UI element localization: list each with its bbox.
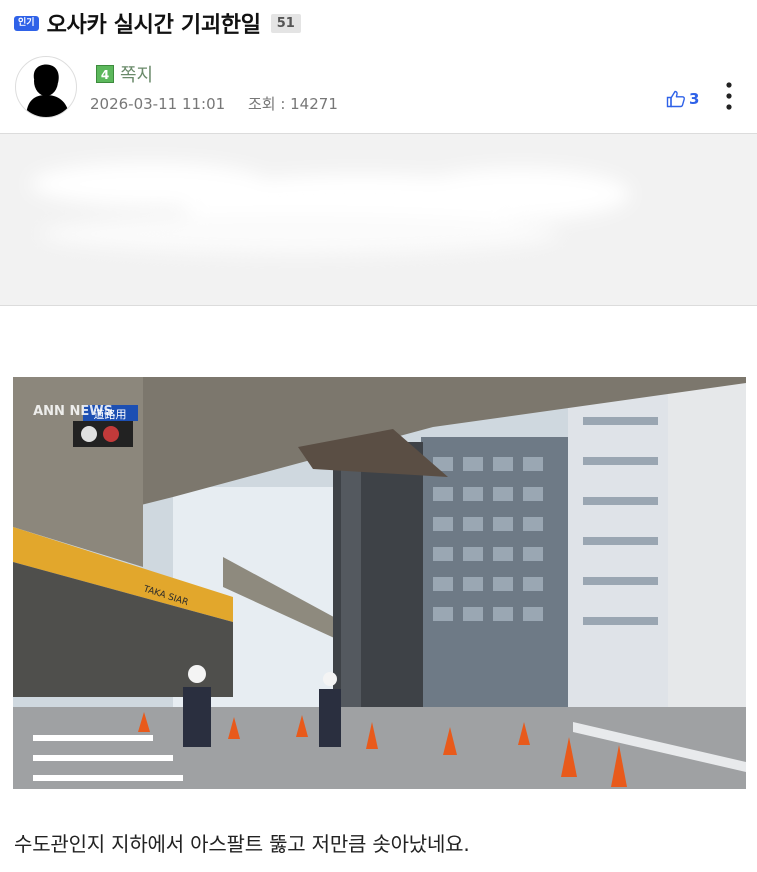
- avatar-silhouette-icon: [26, 64, 70, 117]
- comment-count-badge[interactable]: 51: [270, 13, 301, 33]
- post-title: 오사카 실시간 기괴한일: [46, 13, 261, 38]
- view-count: 조회 : 14271: [247, 95, 338, 113]
- post-title-row: 인기 오사카 실시간 기괴한일 51: [14, 6, 301, 40]
- blurred-banner-graphic: [0, 134, 757, 305]
- like-count: 3: [689, 90, 700, 108]
- post-body-text: 수도관인지 지하에서 아스팔트 뚫고 저만큼 솟아났네요.: [14, 832, 470, 856]
- post-datetime: 2026-03-11 11:01: [90, 95, 226, 113]
- street-scene-image: 道路用 ANN NEWS TAKA SIAR: [13, 377, 746, 789]
- level-badge: 4: [96, 65, 114, 83]
- author-name[interactable]: 쪽지: [120, 61, 153, 87]
- author-row: 4 쪽지 2026-03-11 11:01 조회 : 14271 3: [0, 50, 757, 132]
- blurred-banner: [0, 134, 757, 306]
- hot-badge: 인기: [14, 15, 39, 31]
- post-meta: 2026-03-11 11:01 조회 : 14271: [90, 93, 338, 114]
- news-watermark: ANN NEWS: [33, 404, 113, 419]
- thumbs-up-icon: [666, 90, 685, 108]
- more-options-icon[interactable]: [722, 81, 736, 111]
- like-button[interactable]: 3: [666, 90, 699, 108]
- avatar[interactable]: [15, 56, 77, 118]
- post-image[interactable]: 道路用 ANN NEWS TAKA SIAR: [13, 377, 746, 789]
